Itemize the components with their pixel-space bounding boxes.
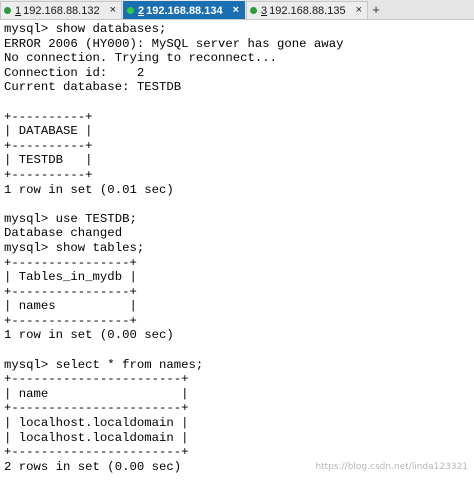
terminal-line: +-----------------------+ [4, 372, 189, 387]
terminal-line: | TESTDB | [4, 153, 93, 168]
session-tab-2[interactable]: 2 192.168.88.134 × [123, 1, 245, 19]
session-tab-host: 192.168.88.135 [269, 4, 346, 17]
session-tab-number: 1 [15, 4, 22, 17]
terminal-line: +----------+ [4, 167, 93, 182]
terminal-line: | names | [4, 299, 137, 314]
add-tab-button[interactable]: + [369, 1, 383, 19]
terminal-line: | localhost.localdomain | [4, 416, 189, 431]
watermark-text: https://blog.csdn.net/linda123321 [315, 462, 468, 472]
connection-status-icon [4, 7, 11, 14]
terminal-line: +-----------------------+ [4, 445, 189, 460]
terminal-line: +----------+ [4, 109, 93, 124]
terminal-app-window: 1 192.168.88.132 × 2 192.168.88.134 × 3 … [0, 0, 474, 484]
terminal-line: | name | [4, 386, 189, 401]
terminal-line: +----------------+ [4, 255, 137, 270]
terminal-line: | Tables_in_mydb | [4, 270, 137, 285]
terminal-line: +----------+ [4, 138, 93, 153]
session-tab-bar: 1 192.168.88.132 × 2 192.168.88.134 × 3 … [0, 0, 474, 20]
terminal-line: Database changed [4, 226, 123, 241]
terminal-line: mysql> select * from names; [4, 357, 204, 372]
terminal-line: +-----------------------+ [4, 401, 189, 416]
session-tab-host: 192.168.88.132 [23, 4, 100, 17]
terminal-line: +----------------+ [4, 313, 137, 328]
session-tab-1[interactable]: 1 192.168.88.132 × [0, 1, 122, 19]
session-tab-number: 2 [138, 4, 145, 17]
terminal-line: | DATABASE | [4, 124, 93, 139]
terminal-line: Current database: TESTDB [4, 80, 182, 95]
session-tab-3[interactable]: 3 192.168.88.135 × [246, 1, 368, 19]
close-tab-icon[interactable]: × [233, 5, 239, 16]
terminal-line: No connection. Trying to reconnect... [4, 51, 278, 66]
terminal-line: Connection id: 2 [4, 65, 145, 80]
terminal-line: mysql> show tables; [4, 240, 145, 255]
session-tab-number: 3 [261, 4, 268, 17]
terminal-output[interactable]: mysql> show databases; ERROR 2006 (HY000)… [0, 22, 474, 484]
close-tab-icon[interactable]: × [110, 5, 116, 16]
terminal-line: mysql> show databases; [4, 22, 167, 36]
terminal-lines: mysql> show databases; ERROR 2006 (HY000)… [0, 22, 474, 474]
session-tab-host: 192.168.88.134 [146, 4, 223, 17]
terminal-line: | localhost.localdomain | [4, 430, 189, 445]
terminal-line: ERROR 2006 (HY000): MySQL server has gon… [4, 36, 344, 51]
close-tab-icon[interactable]: × [356, 5, 362, 16]
terminal-line: 1 row in set (0.00 sec) [4, 328, 174, 343]
terminal-line: mysql> use TESTDB; [4, 211, 137, 226]
terminal-line: 1 row in set (0.01 sec) [4, 182, 174, 197]
terminal-line: +----------------+ [4, 284, 137, 299]
connection-status-icon [127, 7, 134, 14]
connection-status-icon [250, 7, 257, 14]
